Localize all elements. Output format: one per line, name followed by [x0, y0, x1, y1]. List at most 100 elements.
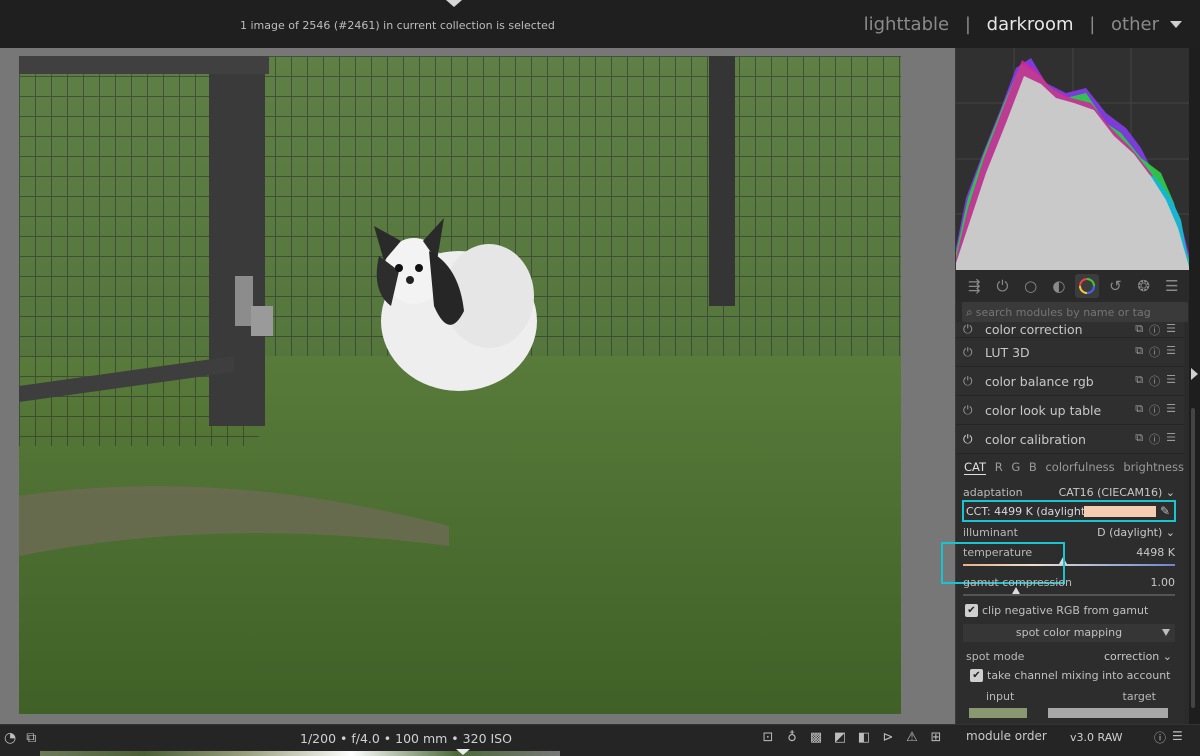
presets-menu-icon[interactable]: ☰	[1166, 402, 1176, 418]
bottom-bar: ◔ ⧉ 1/200 • f/4.0 • 100 mm • 320 ISO ⊡ ♁…	[0, 724, 1200, 756]
presets-menu-icon[interactable]: ☰	[1166, 322, 1176, 338]
module-order-value[interactable]: v3.0 RAW	[1070, 731, 1123, 744]
color-modules-icon[interactable]	[1075, 274, 1100, 298]
gamut-check-icon[interactable]: ⊳	[880, 730, 896, 745]
power-icon[interactable]: ⏻	[963, 322, 979, 337]
calibration-tabs: CAT R G B colorfulness brightness gray	[964, 460, 1200, 475]
duplicate-icon[interactable]: ⧉	[26, 730, 36, 746]
module-color-correction[interactable]: ⏻ color correction ⧉ ⓘ ☰	[956, 322, 1184, 338]
power-icon[interactable]: ⏻	[963, 432, 979, 447]
gamut-slider[interactable]	[963, 587, 1175, 596]
reset-icon[interactable]: ⓘ	[1149, 402, 1160, 418]
module-color-balance-rgb[interactable]: ⏻ color balance rgb ⧉ ⓘ ☰	[956, 367, 1184, 396]
module-color-calibration[interactable]: ⏻ color calibration ⧉ ⓘ ☰	[956, 425, 1184, 454]
view-darkroom[interactable]: darkroom	[987, 14, 1074, 35]
view-switcher: lighttable | darkroom | other	[859, 14, 1164, 35]
multi-instance-icon[interactable]: ⧉	[1135, 322, 1143, 338]
correct-modules-icon[interactable]: ↺	[1103, 274, 1127, 298]
collapse-top-panel-icon[interactable]	[446, 0, 462, 7]
spot-mode-row[interactable]: spot mode correction ⌄	[966, 650, 1172, 663]
module-search[interactable]: ⌕	[962, 302, 1188, 322]
gamut-row[interactable]: gamut compression 1.00	[963, 576, 1175, 589]
multi-instance-icon[interactable]: ⧉	[1135, 344, 1143, 360]
checkbox-checked-icon[interactable]: ✔	[965, 604, 978, 617]
gamut-slider-handle[interactable]	[1012, 587, 1020, 594]
module-lut-3d[interactable]: ⏻ LUT 3D ⧉ ⓘ ☰	[956, 338, 1184, 367]
multi-instance-icon[interactable]: ⧉	[1135, 373, 1143, 389]
reset-icon[interactable]: ⓘ	[1149, 373, 1160, 389]
focus-peaking-icon[interactable]: ⊡	[760, 730, 776, 745]
chevron-down-icon[interactable]	[1162, 629, 1170, 636]
spot-mode-label: spot mode	[966, 650, 1025, 663]
info-icon[interactable]: ⓘ	[1154, 729, 1166, 746]
collapse-right-panel-icon[interactable]	[1191, 368, 1198, 380]
histogram[interactable]	[956, 48, 1190, 270]
filmstrip[interactable]	[40, 751, 560, 756]
channel-mixing-row[interactable]: ✔ take channel mixing into account	[970, 669, 1171, 682]
adaptation-row[interactable]: adaptation CAT16 (CIECAM16) ⌄	[963, 486, 1175, 499]
color-calibration-panel: CAT R G B colorfulness brightness gray a…	[941, 454, 1200, 724]
chevron-down-icon[interactable]	[1170, 21, 1182, 28]
spot-mode-dropdown[interactable]: correction ⌄	[1104, 650, 1172, 663]
presets-menu-icon[interactable]: ☰	[1166, 344, 1176, 360]
grid-icon[interactable]: ⊞	[928, 730, 944, 745]
collection-status: 1 image of 2546 (#2461) in current colle…	[240, 19, 555, 32]
module-label: color look up table	[985, 402, 1102, 418]
right-panel-scrollbar[interactable]	[1189, 48, 1200, 724]
tone-modules-icon[interactable]: ◐	[1047, 274, 1071, 298]
multi-instance-icon[interactable]: ⧉	[1135, 402, 1143, 418]
search-input[interactable]	[975, 305, 1176, 319]
module-color-look-up-table[interactable]: ⏻ color look up table ⧉ ⓘ ☰	[956, 396, 1184, 425]
presets-menu-icon[interactable]: ☰	[1166, 431, 1176, 447]
warning-icon[interactable]: ⚠	[904, 730, 920, 745]
multi-instance-icon[interactable]: ⧉	[1135, 431, 1143, 447]
clip-negative-row[interactable]: ✔ clip negative RGB from gamut	[965, 604, 1148, 617]
spot-color-mapping-header[interactable]: spot color mapping	[963, 624, 1175, 642]
adaptation-dropdown[interactable]: CAT16 (CIECAM16) ⌄	[1059, 486, 1175, 499]
reset-icon[interactable]: ⓘ	[1149, 344, 1160, 360]
spot-label: spot color mapping	[1015, 626, 1123, 639]
target-label: target	[1122, 690, 1156, 703]
power-icon[interactable]: ⏻	[963, 374, 979, 389]
presets-icon[interactable]: ⇶	[962, 274, 986, 298]
illuminant-dropdown[interactable]: D (daylight) ⌄	[1097, 526, 1175, 539]
tab-r[interactable]: R	[995, 460, 1003, 474]
power-icon[interactable]: ⏻	[963, 403, 979, 418]
illuminant-row[interactable]: illuminant D (daylight) ⌄	[963, 526, 1175, 539]
view-other[interactable]: other	[1111, 14, 1159, 35]
photo-render	[19, 56, 901, 714]
tab-colorfulness[interactable]: colorfulness	[1045, 460, 1114, 474]
tab-b[interactable]: B	[1029, 460, 1037, 474]
power-icon[interactable]: ⏻	[963, 345, 979, 360]
checkbox-checked-icon[interactable]: ✔	[970, 669, 983, 682]
image-canvas[interactable]	[0, 48, 955, 724]
tab-cat[interactable]: CAT	[964, 460, 987, 475]
menu-icon[interactable]: ☰	[1172, 729, 1183, 746]
collapse-filmstrip-icon[interactable]	[456, 749, 470, 755]
tab-g[interactable]: G	[1011, 460, 1020, 474]
presets-menu-icon[interactable]: ☰	[1166, 373, 1176, 389]
more-modules-icon[interactable]: ☰	[1160, 274, 1184, 298]
reset-icon[interactable]: ⓘ	[1149, 322, 1160, 338]
illuminant-label: illuminant	[963, 526, 1018, 539]
quick-access-icon[interactable]: ◔	[4, 730, 16, 746]
view-separator: |	[1089, 14, 1096, 35]
effect-modules-icon[interactable]: ❂	[1132, 274, 1156, 298]
input-color-swatch[interactable]	[969, 708, 1027, 718]
cct-readout: CCT: 4499 K (daylight) ✎	[962, 500, 1176, 522]
reset-icon[interactable]: ⓘ	[1149, 431, 1160, 447]
active-modules-icon[interactable]: ⏻	[990, 274, 1014, 298]
target-color-swatch[interactable]	[1048, 708, 1168, 718]
raw-overexposed-icon[interactable]: ▩	[808, 730, 824, 745]
view-lighttable[interactable]: lighttable	[864, 14, 949, 35]
softproof-icon[interactable]: ◧	[856, 730, 872, 745]
color-picker-icon[interactable]: ✎	[1160, 504, 1170, 518]
clipping-icon[interactable]: ◩	[832, 730, 848, 745]
histogram-graph	[956, 48, 1190, 270]
module-label: color correction	[985, 322, 1083, 337]
base-modules-icon[interactable]: ○	[1019, 274, 1043, 298]
photo	[19, 56, 901, 714]
bulb-icon[interactable]: ♁	[784, 730, 800, 745]
scrollbar-thumb[interactable]	[1191, 408, 1195, 708]
tab-brightness[interactable]: brightness	[1123, 460, 1184, 474]
